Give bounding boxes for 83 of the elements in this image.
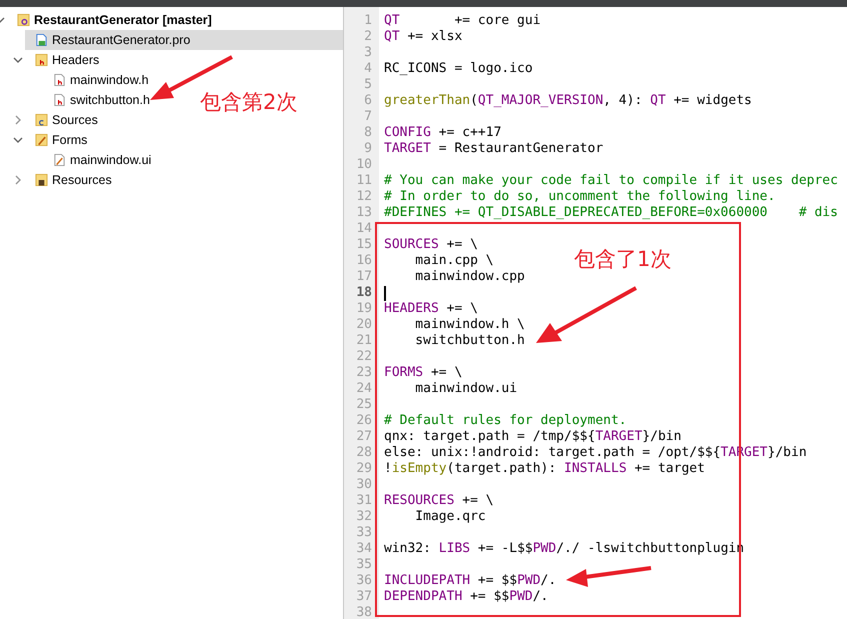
code-line: HEADERS += \ [384,301,478,317]
line-number: 14 [355,221,372,237]
line-number: 6 [363,93,372,109]
line-number: 7 [363,109,372,125]
code-line: # Default rules for deployment. [384,413,627,429]
line-number: 17 [355,269,372,285]
line-number: 35 [355,557,372,573]
code-line: mainwindow.h \ [414,317,525,333]
line-number: 1 [363,13,372,29]
line-number: 16 [355,253,372,269]
annotation-text: 包含了1次 [574,246,672,273]
line-number: 21 [355,333,372,349]
folder-icon [35,133,48,147]
file-icon [53,153,66,167]
line-number: 38 [355,605,372,619]
code-line: greaterThan(QT_MAJOR_VERSION, 4): QT += widgets [384,93,752,109]
line-number: 37 [355,589,372,605]
line-number: 11 [355,173,372,189]
line-number: 2 [363,29,372,45]
code-line: # In order to do so, uncomment the following line. [384,189,776,205]
code-line: RESOURCES += \ [384,493,494,509]
code-line: CONFIG += c++17 [384,125,502,141]
code-line: #DEFINES += QT_DISABLE_DEPRECATED_BEFORE=0x060000 # dis [384,205,838,221]
line-number: 31 [355,493,372,509]
code-line: QT += xlsx [384,29,462,45]
code-line: FORMS += \ [384,365,462,381]
line-number: 32 [355,509,372,525]
line-number: 22 [355,349,372,365]
line-number: 26 [355,413,372,429]
tree-item[interactable]: RestaurantGenerator.pro [25,30,343,50]
code-line: TARGET = RestaurantGenerator [384,141,604,157]
line-number: 9 [363,141,372,157]
line-number: 33 [355,525,372,541]
line-number: 34 [355,541,372,557]
code-line: QT += core gui [384,13,541,29]
folder-icon [35,173,48,187]
line-number: 8 [363,125,372,141]
line-number: 4 [363,61,372,77]
line-number: 13 [355,205,372,221]
code-line: # You can make your code fail to compile if it uses deprec [384,173,838,189]
file-icon [53,93,66,107]
tree-item[interactable]: Sources [25,110,104,130]
folder-icon [35,53,48,67]
tree-item[interactable]: Resources [25,170,118,190]
code-line: Image.qrc [414,509,486,525]
line-number: 20 [355,317,372,333]
annotation-text: 包含第2次 [200,89,298,116]
tree-item[interactable]: Forms [25,130,94,150]
tree-item[interactable]: mainwindow.ui [43,150,158,170]
code-line: INCLUDEPATH += $$PWD/. [384,573,556,589]
code-line: DEPENDPATH += $$PWD/. [384,589,548,605]
line-number: 3 [363,45,372,61]
tree-item[interactable]: mainwindow.h [43,70,155,90]
folder-icon [35,113,48,127]
line-number: 10 [355,157,372,173]
file-icon [53,73,66,87]
line-number: 25 [355,397,372,413]
line-number: 12 [355,189,372,205]
line-number: 36 [355,573,372,589]
tree-item[interactable]: Headers [25,50,106,70]
line-number: 18 [355,285,372,301]
code-line: mainwindow.ui [414,381,518,397]
code-line: !isEmpty(target.path): INSTALLS += target [384,461,705,477]
code-line: switchbutton.h [414,333,525,349]
line-number: 24 [355,381,372,397]
code-line: RC_ICONS = logo.ico [384,61,533,77]
line-number: 29 [355,461,372,477]
project-icon [17,13,30,27]
text-cursor [384,286,386,301]
tree-item[interactable]: RestaurantGenerator [master] [7,10,218,30]
line-number: 15 [355,237,372,253]
line-number: 23 [355,365,372,381]
code-line: main.cpp \ [414,253,494,269]
line-number: 28 [355,445,372,461]
line-number: 19 [355,301,372,317]
code-line: SOURCES += \ [384,237,478,253]
line-number: 27 [355,429,372,445]
file-icon [35,33,48,47]
tree-item[interactable]: switchbutton.h [43,90,156,110]
line-number: 5 [363,77,372,93]
line-number: 30 [355,477,372,493]
code-line: qnx: target.path = /tmp/$${TARGET}/bin [384,429,682,445]
code-line: mainwindow.cpp [414,269,525,285]
